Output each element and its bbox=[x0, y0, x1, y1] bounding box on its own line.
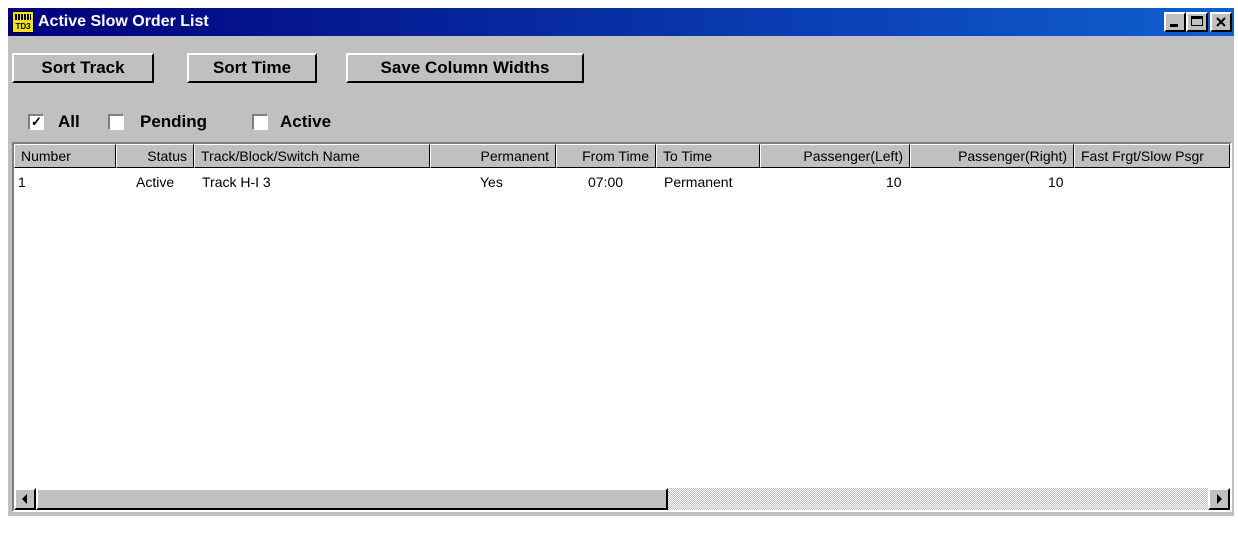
column-header-fast-freight[interactable]: Fast Frgt/Slow Psgr bbox=[1074, 144, 1230, 168]
arrow-right-icon bbox=[1217, 494, 1222, 504]
arrow-left-icon bbox=[22, 494, 27, 504]
app-icon: TD3 bbox=[12, 11, 34, 33]
minimize-icon bbox=[1170, 24, 1178, 27]
column-header-status[interactable]: Status bbox=[116, 144, 194, 168]
horizontal-scrollbar[interactable] bbox=[14, 488, 1230, 510]
cell-passenger-right: 10 bbox=[1048, 174, 1064, 190]
list-header: Number Status Track/Block/Switch Name Pe… bbox=[14, 144, 1230, 168]
column-header-track[interactable]: Track/Block/Switch Name bbox=[194, 144, 430, 168]
scroll-left-button[interactable] bbox=[14, 488, 36, 510]
sort-track-button[interactable]: Sort Track bbox=[12, 53, 154, 83]
cell-to-time: Permanent bbox=[664, 174, 733, 190]
active-label: Active bbox=[280, 112, 332, 131]
close-button[interactable] bbox=[1210, 12, 1232, 32]
window-title: Active Slow Order List bbox=[38, 13, 209, 30]
cell-track-name: Track H-I 3 bbox=[202, 174, 271, 190]
app-icon-text: TD3 bbox=[15, 22, 31, 31]
cell-passenger-left: 10 bbox=[886, 174, 902, 190]
save-column-widths-button[interactable]: Save Column Widths bbox=[346, 53, 584, 83]
column-header-to-time[interactable]: To Time bbox=[656, 144, 760, 168]
title-bar[interactable]: TD3 Active Slow Order List bbox=[8, 8, 1234, 36]
filter-active[interactable]: Active bbox=[252, 112, 362, 132]
cell-from-time: 07:00 bbox=[588, 174, 624, 190]
scroll-thumb[interactable] bbox=[36, 488, 668, 510]
maximize-button[interactable] bbox=[1186, 12, 1208, 32]
all-checkbox[interactable]: ✓ bbox=[28, 114, 44, 130]
filter-all[interactable]: ✓ All bbox=[28, 112, 108, 132]
cell-number: 1 bbox=[18, 174, 26, 190]
column-header-from-time[interactable]: From Time bbox=[556, 144, 656, 168]
pending-checkbox[interactable] bbox=[108, 114, 124, 130]
active-checkbox[interactable] bbox=[252, 114, 268, 130]
slow-order-list[interactable]: Number Status Track/Block/Switch Name Pe… bbox=[12, 142, 1232, 512]
pending-label: Pending bbox=[140, 112, 208, 131]
minimize-button[interactable] bbox=[1164, 12, 1186, 32]
filter-pending[interactable]: Pending bbox=[108, 112, 238, 132]
maximize-icon bbox=[1191, 16, 1203, 26]
column-header-number[interactable]: Number bbox=[14, 144, 116, 168]
all-label: All bbox=[58, 112, 80, 131]
column-header-permanent[interactable]: Permanent bbox=[430, 144, 556, 168]
sort-time-button[interactable]: Sort Time bbox=[187, 53, 317, 83]
column-header-passenger-left[interactable]: Passenger(Left) bbox=[760, 144, 910, 168]
cell-status: Active bbox=[136, 174, 175, 190]
cell-permanent: Yes bbox=[480, 174, 503, 190]
scroll-right-button[interactable] bbox=[1208, 488, 1230, 510]
column-header-passenger-right[interactable]: Passenger(Right) bbox=[910, 144, 1074, 168]
close-icon bbox=[1216, 17, 1226, 27]
